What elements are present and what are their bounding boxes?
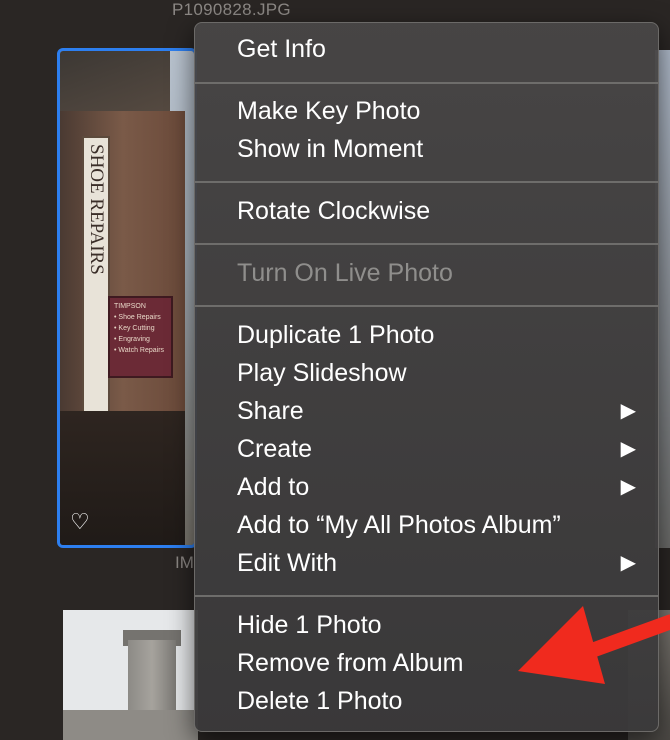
red-arrow-annotation-icon: [518, 606, 670, 684]
